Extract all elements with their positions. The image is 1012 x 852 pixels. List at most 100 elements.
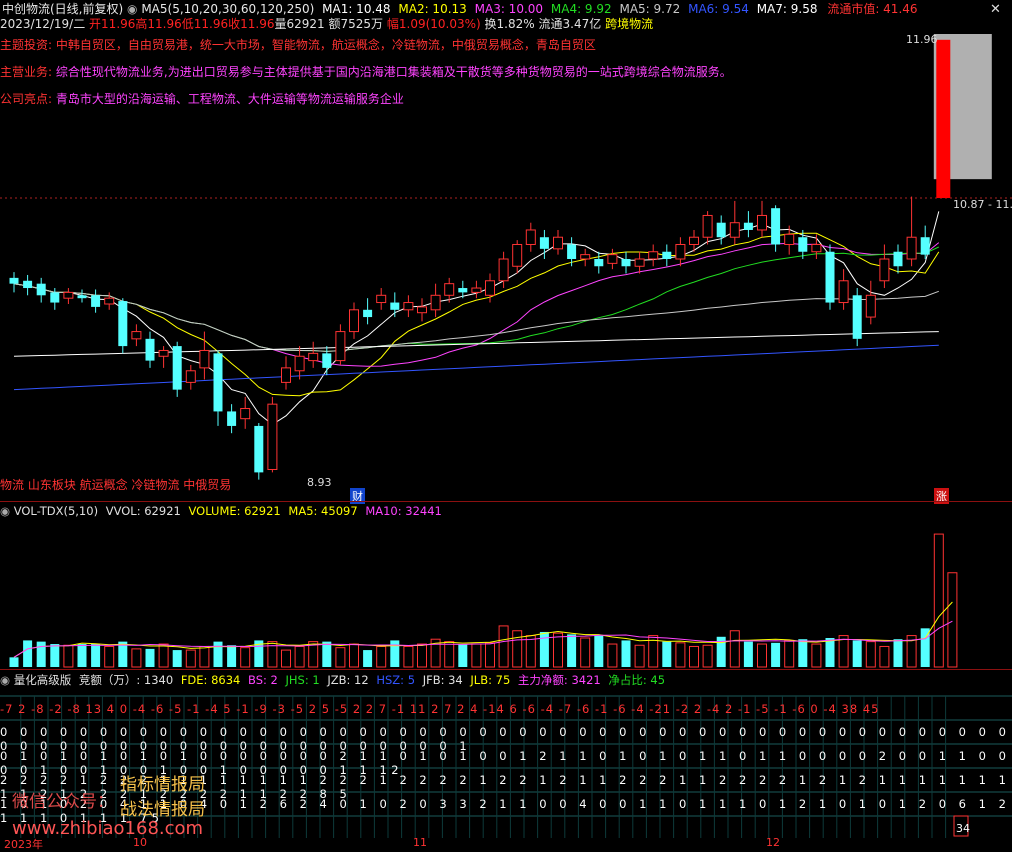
indicator-jlb: JLB: 75 <box>470 673 511 687</box>
candle-up <box>498 258 509 282</box>
candle-down <box>662 251 672 259</box>
volume-bar <box>91 644 101 667</box>
volume-bar <box>852 640 862 667</box>
volume-bar <box>458 644 468 667</box>
volume-bar <box>349 643 359 668</box>
vvol-label: VVOL: 62921 <box>105 504 181 518</box>
candle-down <box>77 295 87 299</box>
ma4-label: MA4: 9.92 <box>550 2 612 16</box>
candle-down <box>716 222 726 238</box>
candle-up <box>430 294 441 311</box>
indicator-settings-icon[interactable]: ◉ <box>0 673 10 687</box>
volume-bar <box>444 641 455 668</box>
vol-title[interactable]: VOL-TDX(5,10) <box>14 504 98 518</box>
candle-up <box>308 352 319 362</box>
volume-chart[interactable] <box>0 518 1012 668</box>
volume-bar <box>580 637 591 668</box>
candle-up <box>675 243 686 260</box>
close-icon[interactable]: ✕ <box>990 2 1001 17</box>
candle-up <box>281 367 291 383</box>
volume-bar <box>825 638 835 667</box>
volume-bar <box>933 533 944 668</box>
volume-bar <box>512 630 523 668</box>
indicator-amount: 竞额（万）: 1340 <box>78 673 174 687</box>
candle-down <box>458 288 468 293</box>
indicator-row-1: -7 2 -8 -2 -8 13 4 0 -4 -6 -5 -1 -4 5 -1… <box>0 702 880 716</box>
settings-icon[interactable]: ◉ <box>0 504 10 518</box>
panel-divider-2 <box>0 669 1012 670</box>
candle-down <box>227 411 237 426</box>
volume-bar <box>485 642 495 668</box>
candle-down <box>118 301 128 347</box>
watermark-brand-2: 战法情报局 <box>120 800 205 820</box>
indicator-title[interactable]: 量化高级版 <box>14 673 72 687</box>
stock-title[interactable]: 中创物流(日线,前复权) <box>2 2 123 16</box>
candle-down <box>145 338 155 361</box>
candle-up <box>349 309 359 333</box>
x-axis-month-12: 12 <box>766 836 780 849</box>
candle-up <box>865 294 876 318</box>
volume-bar <box>376 645 387 668</box>
volume-bar <box>199 645 210 668</box>
candle-up <box>376 294 387 304</box>
candle-up <box>811 243 822 253</box>
volume-bar <box>9 657 19 667</box>
volume-bar <box>77 644 87 667</box>
indicator-hsz: HSZ: 5 <box>376 673 416 687</box>
candle-down <box>825 251 835 303</box>
volume-bar <box>363 650 373 667</box>
volume-bar <box>390 640 400 667</box>
candle-up <box>553 236 563 250</box>
candle-up <box>131 331 142 340</box>
candle-down <box>322 353 332 368</box>
candle-up <box>104 297 115 305</box>
volume-bar <box>729 630 740 668</box>
volume-bar <box>539 631 549 667</box>
volume-bar <box>865 641 876 668</box>
float-cap: 流通市值: 41.46 <box>827 2 918 16</box>
volume-bar <box>322 641 332 667</box>
indicator-jhs: JHS: 1 <box>285 673 320 687</box>
volume-bar <box>702 644 713 668</box>
watermark-brand-1: 指标情报局 <box>120 775 205 795</box>
circle-icon[interactable]: ◉ <box>127 2 137 16</box>
price-chart[interactable] <box>0 28 1012 498</box>
volume-bar <box>675 642 686 668</box>
candle-up <box>906 236 917 260</box>
volume-bar <box>594 635 604 667</box>
candle-up <box>267 403 278 470</box>
ma7-label: MA7: 9.58 <box>756 2 818 16</box>
ma-formula[interactable]: MA5(5,10,20,30,60,120,250) <box>141 2 314 16</box>
candle-limit-up <box>936 39 951 199</box>
volume-bar <box>281 649 291 668</box>
candle-down <box>567 244 577 259</box>
candle-down <box>363 309 373 318</box>
candle-down <box>254 425 264 473</box>
candle-up <box>607 254 618 264</box>
candle-down <box>36 283 46 296</box>
ma2-label: MA2: 10.13 <box>398 2 467 16</box>
candle-down <box>50 292 60 303</box>
volume-bar <box>498 625 509 668</box>
candle-up <box>648 251 659 260</box>
volume-bar <box>893 639 903 667</box>
ma2-line <box>13 232 940 397</box>
volume-bar <box>553 632 563 668</box>
candle-up <box>199 349 210 369</box>
volume-bar <box>947 572 958 668</box>
candle-down <box>852 295 862 339</box>
candle-down <box>920 237 930 255</box>
volume-bar <box>607 643 618 668</box>
price-top-label: 11.96 <box>906 33 938 46</box>
x-axis-year: 2023年 <box>4 838 43 851</box>
candle-down <box>594 259 604 267</box>
indicator-jzb: JZB: 12 <box>327 673 369 687</box>
volume-bar <box>63 644 74 668</box>
candle-down <box>9 277 19 284</box>
candle-up <box>158 349 169 357</box>
candle-down <box>539 237 549 249</box>
indicator-bs: BS: 2 <box>248 673 278 687</box>
x-axis-month-10: 10 <box>133 836 147 849</box>
ma6-label: MA6: 9.54 <box>688 2 749 16</box>
price-band-label: 10.87 - 11.9 <box>953 198 1012 211</box>
